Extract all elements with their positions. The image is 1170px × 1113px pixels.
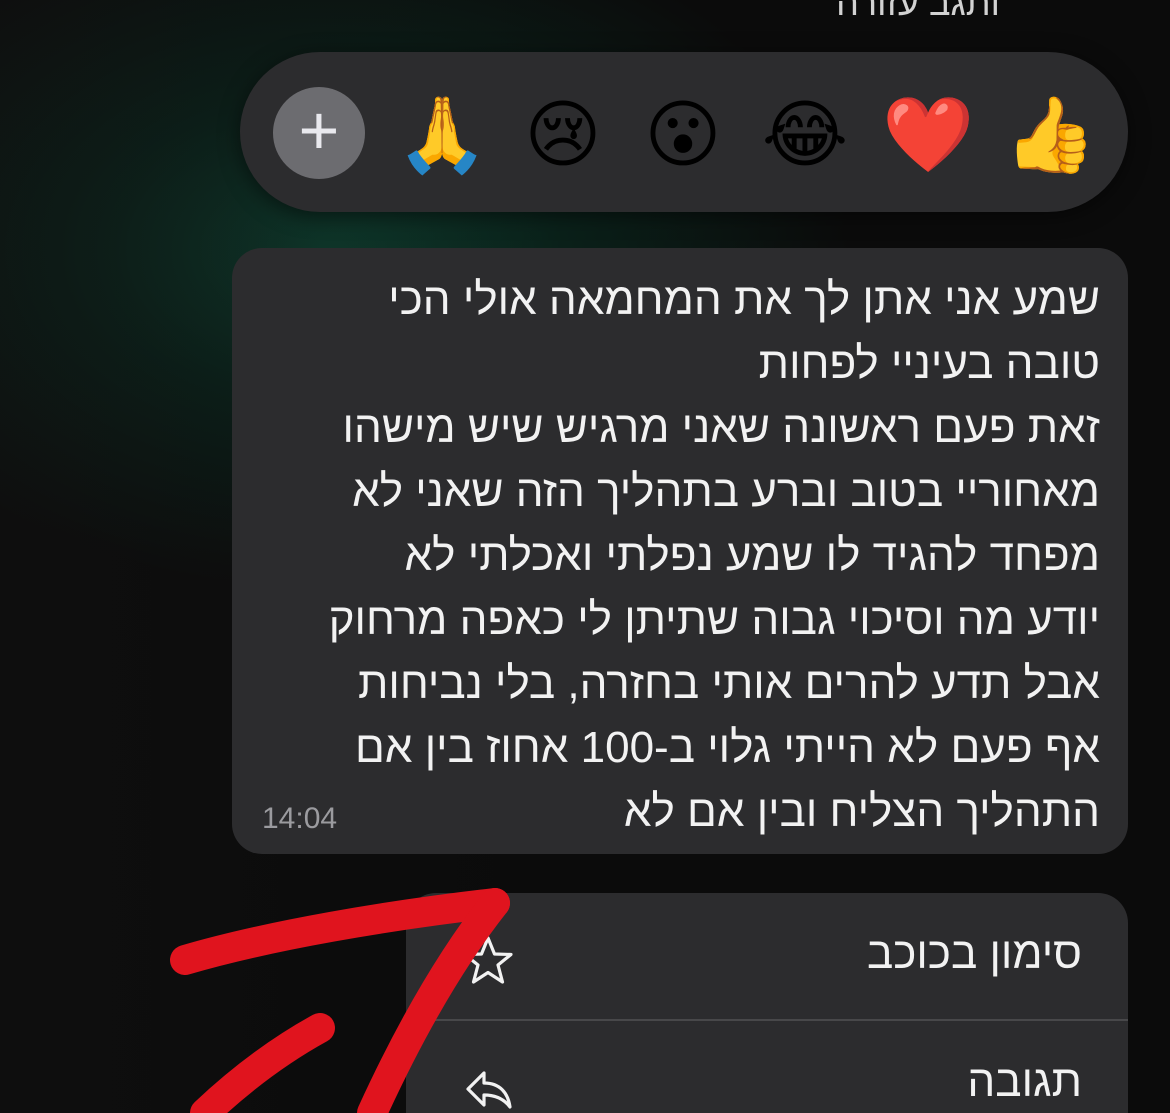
reaction-bar: + 🙏 😢 😮 😂 ❤️ 👍: [240, 52, 1128, 212]
message-line: טובה בעיניי לפחות: [758, 339, 1100, 388]
reaction-pray-emoji[interactable]: 🙏: [396, 90, 488, 180]
add-reaction-button[interactable]: +: [273, 87, 365, 179]
star-icon: [463, 936, 513, 984]
reaction-heart-emoji[interactable]: ❤️: [882, 90, 974, 180]
message-line: התהליך הצליח ובין אם לא: [623, 787, 1100, 836]
message-bubble[interactable]: שמע אני אתן לך את המחמאה אולי הכי טובה ב…: [232, 248, 1128, 854]
reaction-thumbs-up-emoji[interactable]: 👍: [1004, 90, 1096, 180]
reaction-laugh-emoji[interactable]: 😂: [760, 90, 850, 180]
star-label: סימון בכוכב: [867, 929, 1082, 978]
previous-message-text: ותגב עזורה: [836, 0, 1000, 23]
message-line: יודע מה וסיכוי גבוה שתיתן לי כאפה מרחוק: [328, 595, 1100, 644]
reaction-cry-emoji[interactable]: 😢: [518, 90, 608, 180]
message-line: זאת פעם ראשונה שאני מרגיש שיש מישהו: [342, 403, 1100, 452]
chat-screen: ותגב עזורה + 🙏 😢 😮 😂 ❤️ 👍 שמע אני אתן לך…: [0, 0, 1170, 1113]
message-timestamp: 14:04: [262, 802, 338, 835]
reaction-wow-emoji[interactable]: 😮: [638, 90, 728, 180]
message-line: אף פעם לא הייתי גלוי ב-100 אחוז בין אם: [355, 723, 1100, 772]
menu-item-star[interactable]: סימון בכוכב: [406, 893, 1128, 1021]
message-line: אבל תדע להרים אותי בחזרה, בלי נביחות: [358, 659, 1100, 708]
message-line: שמע אני אתן לך את המחמאה אולי הכי: [388, 275, 1100, 324]
message-text: שמע אני אתן לך את המחמאה אולי הכי טובה ב…: [260, 268, 1100, 844]
message-context-menu: סימון בכוכב תגובה: [406, 893, 1128, 1113]
reply-label: תגובה: [967, 1057, 1082, 1106]
reply-icon: [466, 1071, 512, 1109]
message-line: מאחוריי בטוב וברע בתהליך הזה שאני לא: [352, 467, 1100, 516]
menu-item-reply[interactable]: תגובה: [406, 1021, 1128, 1113]
message-line: מפחד להגיד לו שמע נפלתי ואכלתי לא: [404, 531, 1100, 580]
